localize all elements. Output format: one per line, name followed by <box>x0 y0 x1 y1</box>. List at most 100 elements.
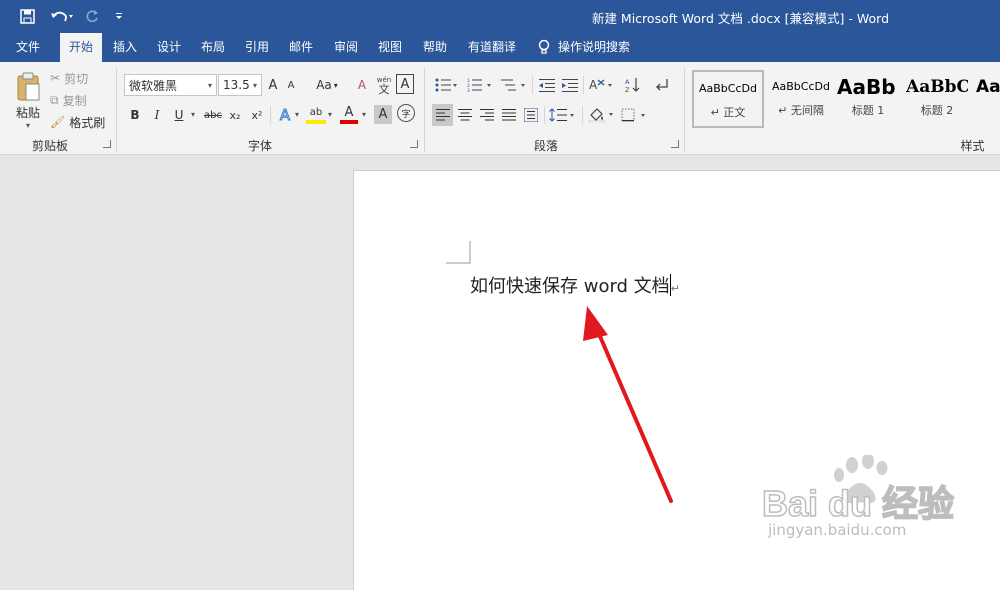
clear-format-icon[interactable]: A <box>353 74 371 96</box>
lightbulb-icon[interactable] <box>534 33 554 62</box>
svg-text:A: A <box>625 78 630 86</box>
shading-icon[interactable] <box>587 104 617 126</box>
redo-icon[interactable] <box>82 7 102 25</box>
change-case-button[interactable]: Aa ▾ <box>313 74 341 96</box>
text-effect-icon[interactable]: A <box>277 104 293 126</box>
borders-icon[interactable] <box>620 104 650 126</box>
chevron-down-icon[interactable]: ▾ <box>191 110 195 119</box>
cut-button[interactable]: ✂ 剪切 <box>50 68 96 88</box>
tab-mailings[interactable]: 邮件 <box>282 33 320 62</box>
ribbon: 粘贴 ▾ ✂ 剪切 ⧉ 复制 🖌 格式刷 剪贴板 微软雅黑 ▾ 13.5 ▾ A A Aa… <box>0 62 1000 155</box>
font-size-select[interactable]: 13.5 ▾ <box>218 74 262 96</box>
paste-button[interactable]: 粘贴 ▾ <box>10 68 46 134</box>
style-title[interactable]: Aa <box>976 70 1000 128</box>
distributed-icon[interactable] <box>521 104 541 126</box>
paintbrush-icon: 🖌 <box>50 115 66 129</box>
group-divider <box>684 68 685 152</box>
chevron-down-icon: ▾ <box>333 80 338 90</box>
font-group-label: 字体 <box>247 139 272 153</box>
char-border-icon[interactable]: A <box>396 74 414 94</box>
tab-review[interactable]: 审阅 <box>327 33 365 62</box>
align-center-icon[interactable] <box>455 104 475 126</box>
chevron-down-icon[interactable]: ▾ <box>328 110 332 119</box>
styles-group-label: 样式 <box>960 139 985 153</box>
tab-youdao[interactable]: 有道翻译 <box>462 33 522 62</box>
watermark-brand: Bai du 经验 <box>761 482 955 525</box>
menu-bar: 文件 开始 插入 设计 布局 引用 邮件 审阅 视图 帮助 有道翻译 操作说明搜… <box>0 33 1000 62</box>
format-painter-button[interactable]: 🖌 格式刷 <box>50 112 106 132</box>
baidu-watermark: Bai du 经验 jingyan.baidu.com <box>760 453 960 555</box>
clipboard-icon <box>17 72 40 101</box>
font-launcher-icon[interactable] <box>410 140 418 148</box>
align-right-icon[interactable] <box>477 104 497 126</box>
enclose-char-icon[interactable]: 字 <box>397 104 415 122</box>
group-divider <box>270 106 271 124</box>
paragraph-group-label: 段落 <box>533 139 558 153</box>
tab-help[interactable]: 帮助 <box>416 33 454 62</box>
bullets-icon[interactable] <box>432 74 460 96</box>
tab-design[interactable]: 设计 <box>150 33 188 62</box>
group-divider <box>582 106 583 124</box>
scissors-icon: ✂ <box>50 71 61 85</box>
font-color-icon[interactable]: A <box>340 104 358 124</box>
chevron-down-icon[interactable]: ▾ <box>362 110 366 119</box>
tab-references[interactable]: 引用 <box>238 33 276 62</box>
increase-indent-icon[interactable] <box>561 74 579 96</box>
tab-file[interactable]: 文件 <box>6 33 50 62</box>
paste-dropdown-icon: ▾ <box>25 121 30 130</box>
subscript-button[interactable]: x₂ <box>226 104 244 126</box>
tell-me-search[interactable]: 操作说明搜索 <box>558 33 634 62</box>
strikethrough-button[interactable]: abc <box>202 104 224 126</box>
chevron-down-icon: ▾ <box>207 80 212 90</box>
svg-text:A: A <box>589 78 598 92</box>
svg-text:Z: Z <box>625 86 630 93</box>
paragraph-launcher-icon[interactable] <box>671 140 679 148</box>
chinese-layout-icon[interactable]: A <box>588 74 616 96</box>
group-divider <box>116 68 117 152</box>
copy-icon: ⧉ <box>50 92 59 107</box>
group-divider <box>424 68 425 152</box>
decrease-indent-icon[interactable] <box>538 74 556 96</box>
multilevel-list-icon[interactable] <box>500 74 528 96</box>
copy-button[interactable]: ⧉ 复制 <box>50 90 96 110</box>
group-divider <box>532 76 533 94</box>
numbering-icon[interactable]: 123 <box>466 74 494 96</box>
window-title: 新建 Microsoft Word 文档 .docx [兼容模式] - Word <box>591 11 889 26</box>
tab-home[interactable]: 开始 <box>60 33 102 62</box>
chevron-down-icon[interactable]: ▾ <box>295 110 299 119</box>
tab-view[interactable]: 视图 <box>371 33 409 62</box>
grow-font-icon[interactable]: A <box>265 74 281 96</box>
paste-label: 粘贴 <box>15 106 40 120</box>
font-name-select[interactable]: 微软雅黑 ▾ <box>124 74 217 96</box>
clipboard-group-label: 剪贴板 <box>31 139 68 153</box>
group-divider <box>544 106 545 124</box>
tab-layout[interactable]: 布局 <box>194 33 232 62</box>
customize-qat-icon[interactable] <box>112 7 126 25</box>
style-no-spacing[interactable]: AaBbCcDd ↵ 无间隔 <box>766 70 836 128</box>
watermark-url: jingyan.baidu.com <box>768 521 907 539</box>
chevron-down-icon: ▾ <box>252 80 257 90</box>
sort-icon[interactable]: AZ <box>624 74 642 96</box>
clipboard-launcher-icon[interactable] <box>103 140 111 148</box>
underline-button[interactable]: U <box>171 104 187 126</box>
shrink-font-icon[interactable]: A <box>283 74 299 96</box>
char-shading-icon[interactable]: A <box>374 105 392 124</box>
group-divider <box>583 76 584 94</box>
justify-icon[interactable] <box>499 104 519 126</box>
bold-button[interactable]: B <box>127 104 143 126</box>
line-spacing-icon[interactable] <box>548 104 578 126</box>
highlight-icon[interactable]: ab <box>306 104 326 124</box>
style-normal[interactable]: AaBbCcDd ↵ 正文 <box>692 70 764 128</box>
save-icon[interactable] <box>17 7 37 25</box>
title-bar: 新建 Microsoft Word 文档 .docx [兼容模式] - Word <box>0 0 1000 33</box>
show-formatting-icon[interactable] <box>651 74 673 96</box>
undo-icon[interactable] <box>49 7 75 25</box>
style-heading-2[interactable]: AaBbC 标题 2 <box>906 70 968 128</box>
style-heading-1[interactable]: AaBb 标题 1 <box>837 70 899 128</box>
phonetic-guide-icon[interactable]: wén 文 <box>375 74 393 96</box>
align-left-icon[interactable] <box>432 104 453 126</box>
svg-text:3: 3 <box>467 88 470 92</box>
superscript-button[interactable]: x² <box>248 104 266 126</box>
tab-insert[interactable]: 插入 <box>105 33 145 62</box>
italic-button[interactable]: I <box>149 104 165 126</box>
